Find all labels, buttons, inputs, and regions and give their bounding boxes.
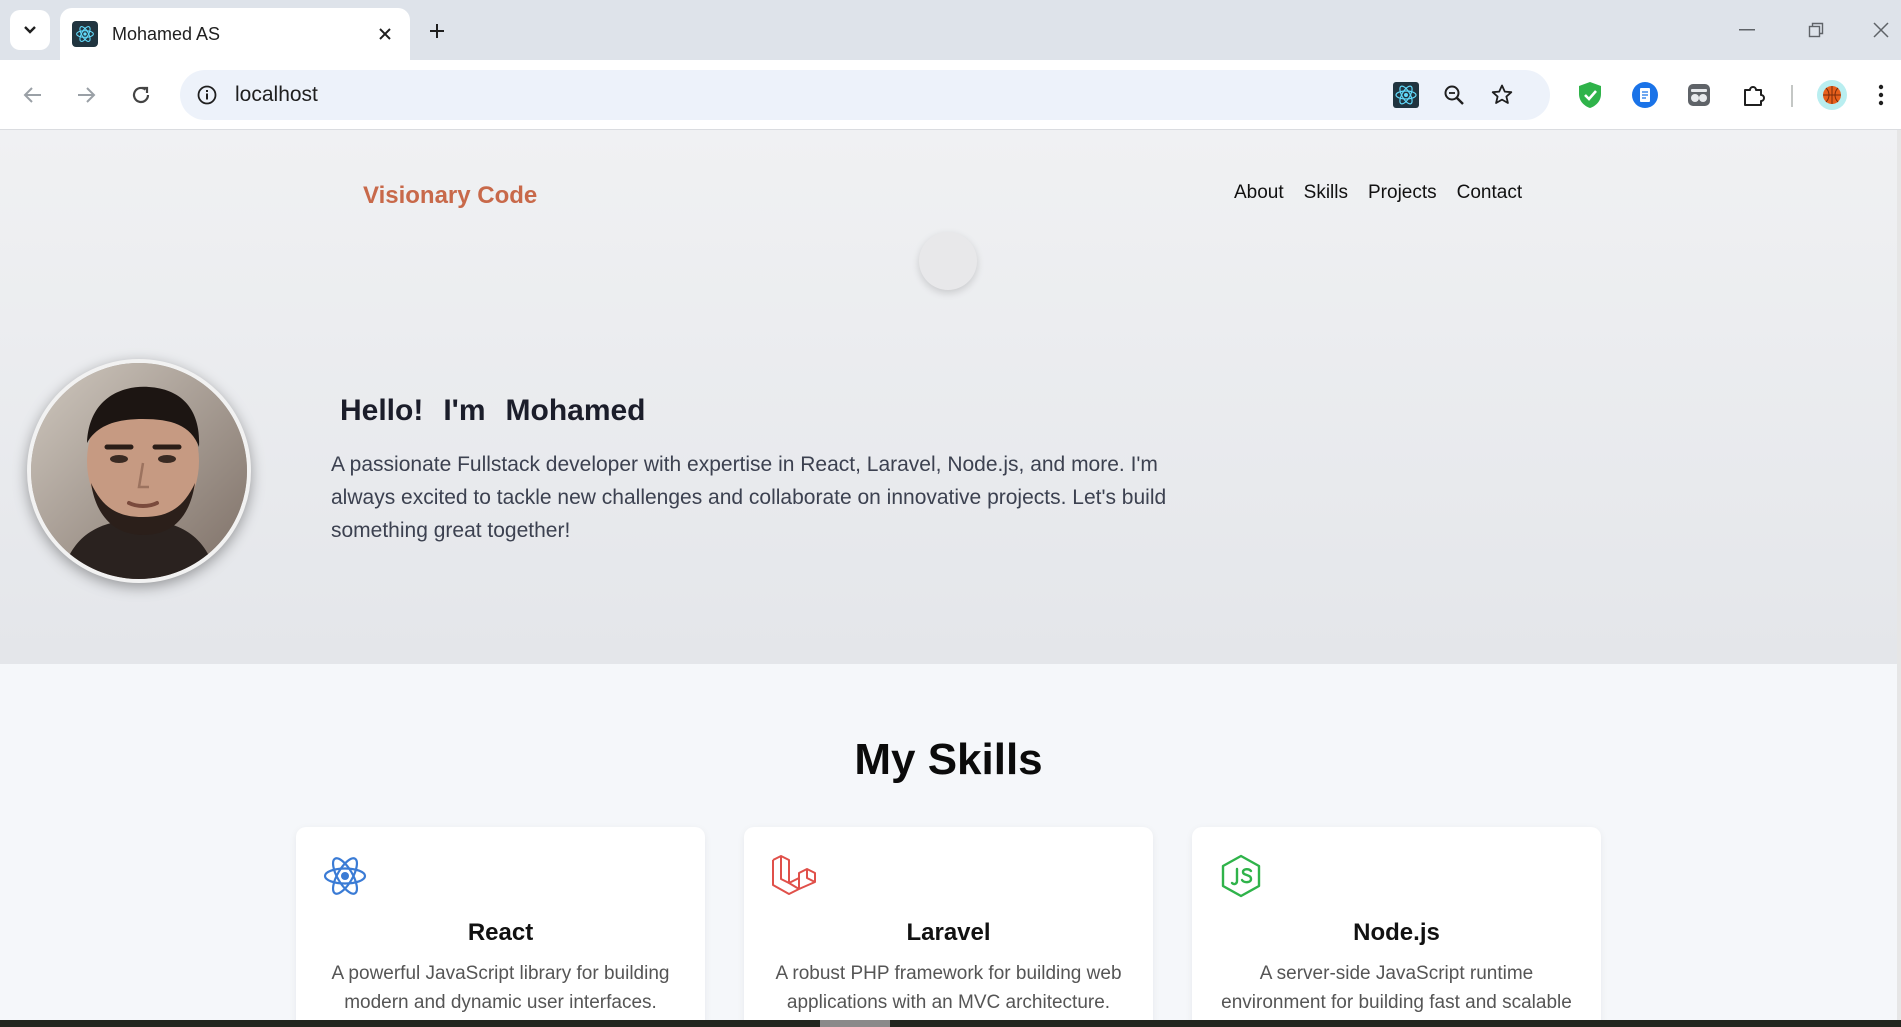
arrow-right-icon [78, 87, 96, 103]
site-brand[interactable]: Visionary Code [363, 182, 537, 210]
tab-close-button[interactable] [372, 21, 398, 47]
incognito-extension-icon[interactable] [1681, 77, 1717, 113]
taskbar-thumb [820, 1020, 890, 1027]
minimize-icon [1739, 29, 1755, 31]
skill-card-title: React [467, 919, 534, 946]
skill-card-title: Laravel [906, 919, 991, 946]
arrow-left-icon [23, 87, 41, 103]
skill-card-laravel: Laravel A robust PHP framework for build… [744, 827, 1153, 1020]
shield-extension-icon[interactable] [1572, 77, 1608, 113]
forward-button[interactable] [64, 73, 108, 117]
browser-menu-button[interactable] [1869, 77, 1893, 113]
skill-card-nodejs: Node.js A server-side JavaScript runtime… [1192, 827, 1601, 1020]
restore-icon [1808, 22, 1824, 38]
page-scrollbar[interactable] [1897, 130, 1901, 1020]
skills-section-title: My Skills [854, 735, 1043, 784]
address-bar[interactable]: localhost [180, 70, 1550, 120]
skill-card-description: A robust PHP framework for building web … [775, 963, 1122, 1013]
skill-card-description: A powerful JavaScript library for buildi… [331, 963, 670, 1013]
hero-section: Visionary Code About Skills Projects Con… [0, 130, 1897, 664]
more-vertical-icon [1878, 84, 1884, 106]
greeting-word: Hello! [340, 394, 424, 427]
tab-title: Mohamed AS [112, 23, 221, 44]
profile-avatar-icon[interactable] [1814, 77, 1850, 113]
skill-card-title: Node.js [1353, 919, 1440, 946]
reload-button[interactable] [119, 73, 163, 117]
main-nav: About Skills Projects Contact [1234, 182, 1522, 204]
skill-card-react: React A powerful JavaScript library for … [296, 827, 705, 1020]
plus-icon [430, 24, 444, 38]
greeting-word: I'm [443, 394, 486, 427]
new-tab-button[interactable] [418, 14, 456, 48]
hero-intro-text: A passionate Fullstack developer with ex… [331, 453, 1167, 542]
nav-link-projects[interactable]: Projects [1368, 182, 1437, 204]
profile-photo [27, 359, 251, 583]
theme-toggle-button[interactable] [919, 232, 977, 290]
react-icon [322, 853, 368, 899]
close-icon [1873, 22, 1889, 38]
page-viewport: Visionary Code About Skills Projects Con… [0, 130, 1897, 1020]
hero-greeting: Hello! I'm Mohamed [340, 394, 646, 428]
bookmark-star-icon[interactable] [1486, 79, 1518, 111]
active-tab[interactable]: Mohamed AS [60, 8, 410, 60]
tab-strip: Mohamed AS [0, 0, 1901, 60]
minimize-button[interactable] [1722, 10, 1772, 50]
restore-button[interactable] [1791, 10, 1841, 50]
browser-toolbar: localhost [0, 60, 1901, 130]
back-button[interactable] [11, 73, 55, 117]
close-icon [379, 28, 391, 40]
close-window-button[interactable] [1861, 10, 1901, 50]
nav-link-contact[interactable]: Contact [1457, 182, 1522, 204]
react-favicon-icon [72, 21, 98, 47]
url-text[interactable]: localhost [235, 83, 318, 107]
reload-icon [132, 86, 150, 104]
document-extension-icon[interactable] [1627, 77, 1663, 113]
greeting-name: Mohamed [505, 394, 646, 427]
puzzle-extensions-icon[interactable] [1736, 77, 1772, 113]
tab-search-button[interactable] [10, 10, 50, 50]
chevron-down-icon [24, 26, 36, 34]
site-info-icon[interactable] [194, 82, 220, 108]
toolbar-separator [1791, 85, 1793, 107]
nav-link-skills[interactable]: Skills [1304, 182, 1348, 204]
skill-card-description: A server-side JavaScript runtime environ… [1221, 963, 1572, 1013]
laravel-icon [770, 853, 816, 899]
taskbar-edge [0, 1020, 1901, 1027]
nodejs-icon [1218, 853, 1264, 899]
react-devtools-icon[interactable] [1390, 79, 1422, 111]
zoom-icon[interactable] [1438, 79, 1470, 111]
nav-link-about[interactable]: About [1234, 182, 1284, 204]
